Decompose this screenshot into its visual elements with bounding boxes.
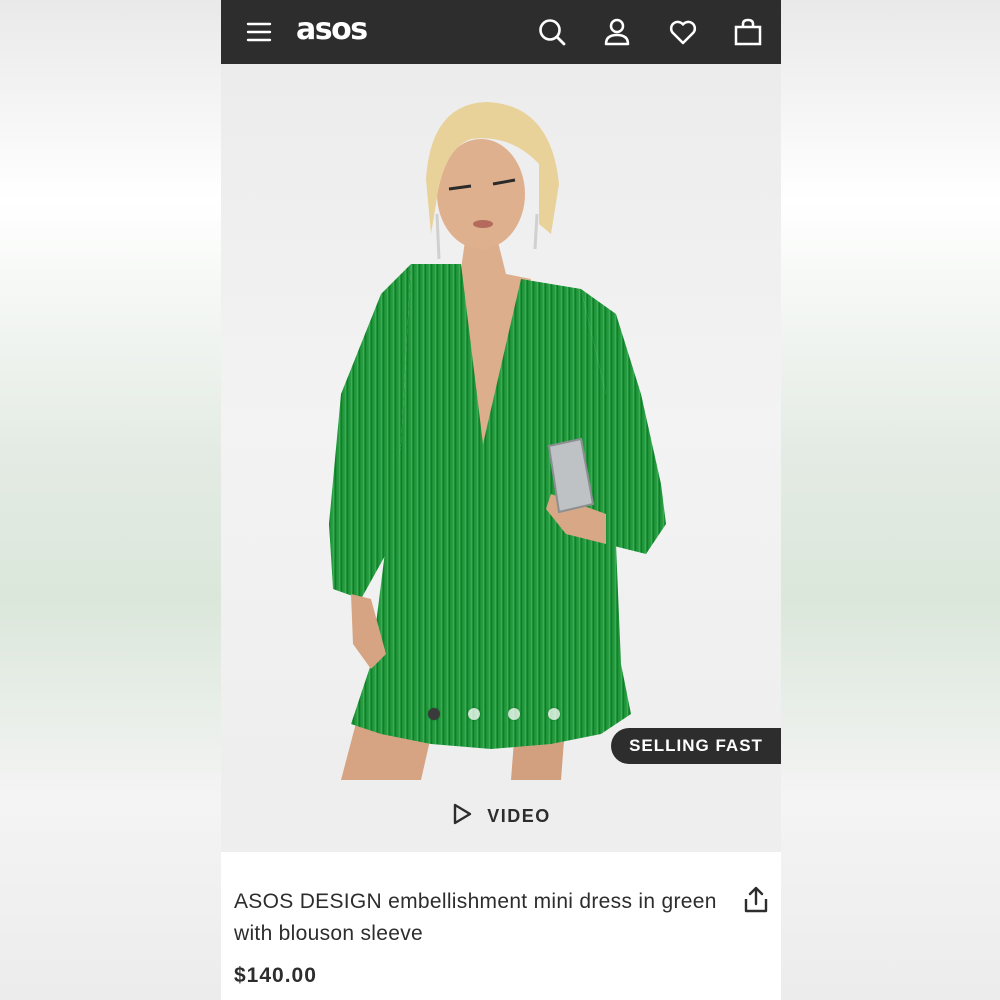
- play-icon: [451, 803, 473, 830]
- product-page: asos SELLING FAST VIDEO ASOS DESIGN embe…: [221, 0, 781, 1000]
- account-icon[interactable]: [599, 14, 635, 50]
- background-right: [781, 0, 1000, 1000]
- product-price: $140.00: [234, 964, 317, 987]
- share-icon[interactable]: [741, 885, 771, 915]
- asos-logo[interactable]: asos: [296, 12, 368, 47]
- video-label: VIDEO: [487, 805, 551, 826]
- model-photo-illustration: [329, 102, 666, 780]
- video-button[interactable]: VIDEO: [221, 780, 781, 852]
- carousel-dot[interactable]: [468, 708, 480, 720]
- product-image[interactable]: SELLING FAST: [221, 64, 781, 780]
- menu-icon[interactable]: [241, 14, 277, 50]
- top-nav-bar: asos: [221, 0, 781, 64]
- selling-fast-badge: SELLING FAST: [611, 728, 781, 764]
- product-title: ASOS DESIGN embellishment mini dress in …: [234, 890, 717, 945]
- carousel-dot[interactable]: [428, 708, 440, 720]
- carousel-dots: [428, 708, 560, 720]
- carousel-dot[interactable]: [508, 708, 520, 720]
- search-icon[interactable]: [534, 14, 570, 50]
- background-left: [0, 0, 221, 1000]
- heart-icon[interactable]: [665, 14, 701, 50]
- bag-icon[interactable]: [730, 14, 766, 50]
- carousel-dot[interactable]: [548, 708, 560, 720]
